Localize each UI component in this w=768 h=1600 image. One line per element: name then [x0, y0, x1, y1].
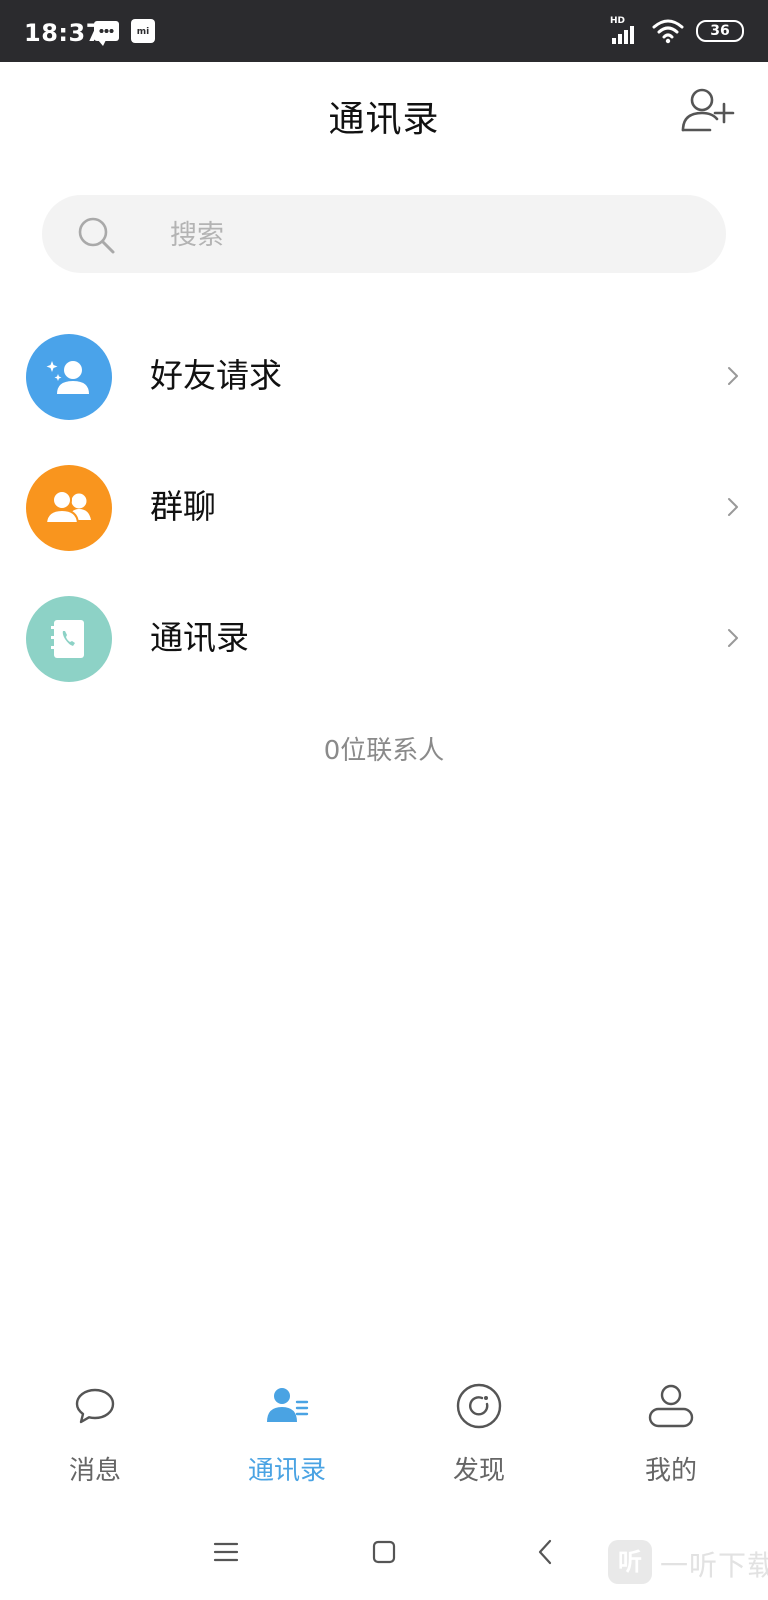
status-bar: 18:37 mi HD 36 [0, 0, 768, 62]
discover-icon [456, 1383, 502, 1429]
chevron-right-icon [728, 498, 738, 516]
tab-label: 我的 [644, 1456, 697, 1486]
menu-item-group-chats[interactable]: 群聊 [0, 447, 768, 567]
add-friend-button[interactable] [680, 86, 736, 136]
home-icon[interactable] [364, 1532, 404, 1572]
search-input[interactable] [168, 195, 692, 275]
back-icon[interactable] [526, 1532, 566, 1572]
menu-item-friend-requests[interactable]: 好友请求 [0, 316, 768, 436]
tab-messages[interactable]: 消息 [20, 1370, 170, 1500]
tab-discover[interactable]: 发现 [404, 1370, 554, 1500]
contacts-screen: 18:37 mi HD 36 通讯录 搜索 好友请求 群聊 通讯录 0位联系人 … [0, 0, 768, 1600]
tab-label: 消息 [68, 1456, 121, 1486]
status-time: 18:37 [24, 19, 103, 47]
contacts-icon [267, 1388, 309, 1422]
menu-item-label: 群聊 [150, 487, 216, 526]
mi-store-icon: mi [131, 19, 155, 43]
tab-contacts[interactable]: 通讯录 [212, 1370, 362, 1500]
wifi-icon [652, 19, 684, 44]
chevron-right-icon [728, 367, 738, 385]
bottom-tab-bar: 消息 通讯录 发现 我的 [0, 1370, 768, 1500]
header: 通讯录 [0, 62, 768, 168]
menu-item-phonebook[interactable]: 通讯录 [0, 578, 768, 698]
chat-bubble-icon [75, 1388, 115, 1424]
menu-item-label: 通讯录 [150, 618, 249, 657]
menu-item-label: 好友请求 [150, 356, 282, 395]
watermark: 听 一听下载 [608, 1536, 768, 1592]
watermark-text: 一听下载 [660, 1549, 768, 1582]
chevron-right-icon [728, 629, 738, 647]
profile-icon [648, 1384, 694, 1428]
menu-icon[interactable] [206, 1532, 246, 1572]
tab-me[interactable]: 我的 [596, 1370, 746, 1500]
tab-label: 通讯录 [247, 1456, 326, 1486]
friend-request-icon [26, 334, 112, 420]
search-icon [78, 217, 115, 254]
battery-indicator: 36 [696, 20, 744, 42]
network-type-label: HD [610, 16, 626, 26]
tab-label: 发现 [452, 1456, 505, 1486]
contact-count: 0位联系人 [323, 736, 445, 766]
signal-icon: HD [610, 16, 640, 44]
group-chat-icon [26, 465, 112, 551]
watermark-logo: 听 [608, 1540, 652, 1584]
add-user-icon [681, 88, 735, 132]
notification-icons: mi [94, 19, 155, 46]
page-title: 通讯录 [328, 99, 440, 140]
phonebook-icon [26, 596, 112, 682]
search-bar[interactable] [42, 195, 726, 275]
message-notification-icon [94, 21, 119, 46]
status-indicators: HD 36 [610, 16, 744, 44]
